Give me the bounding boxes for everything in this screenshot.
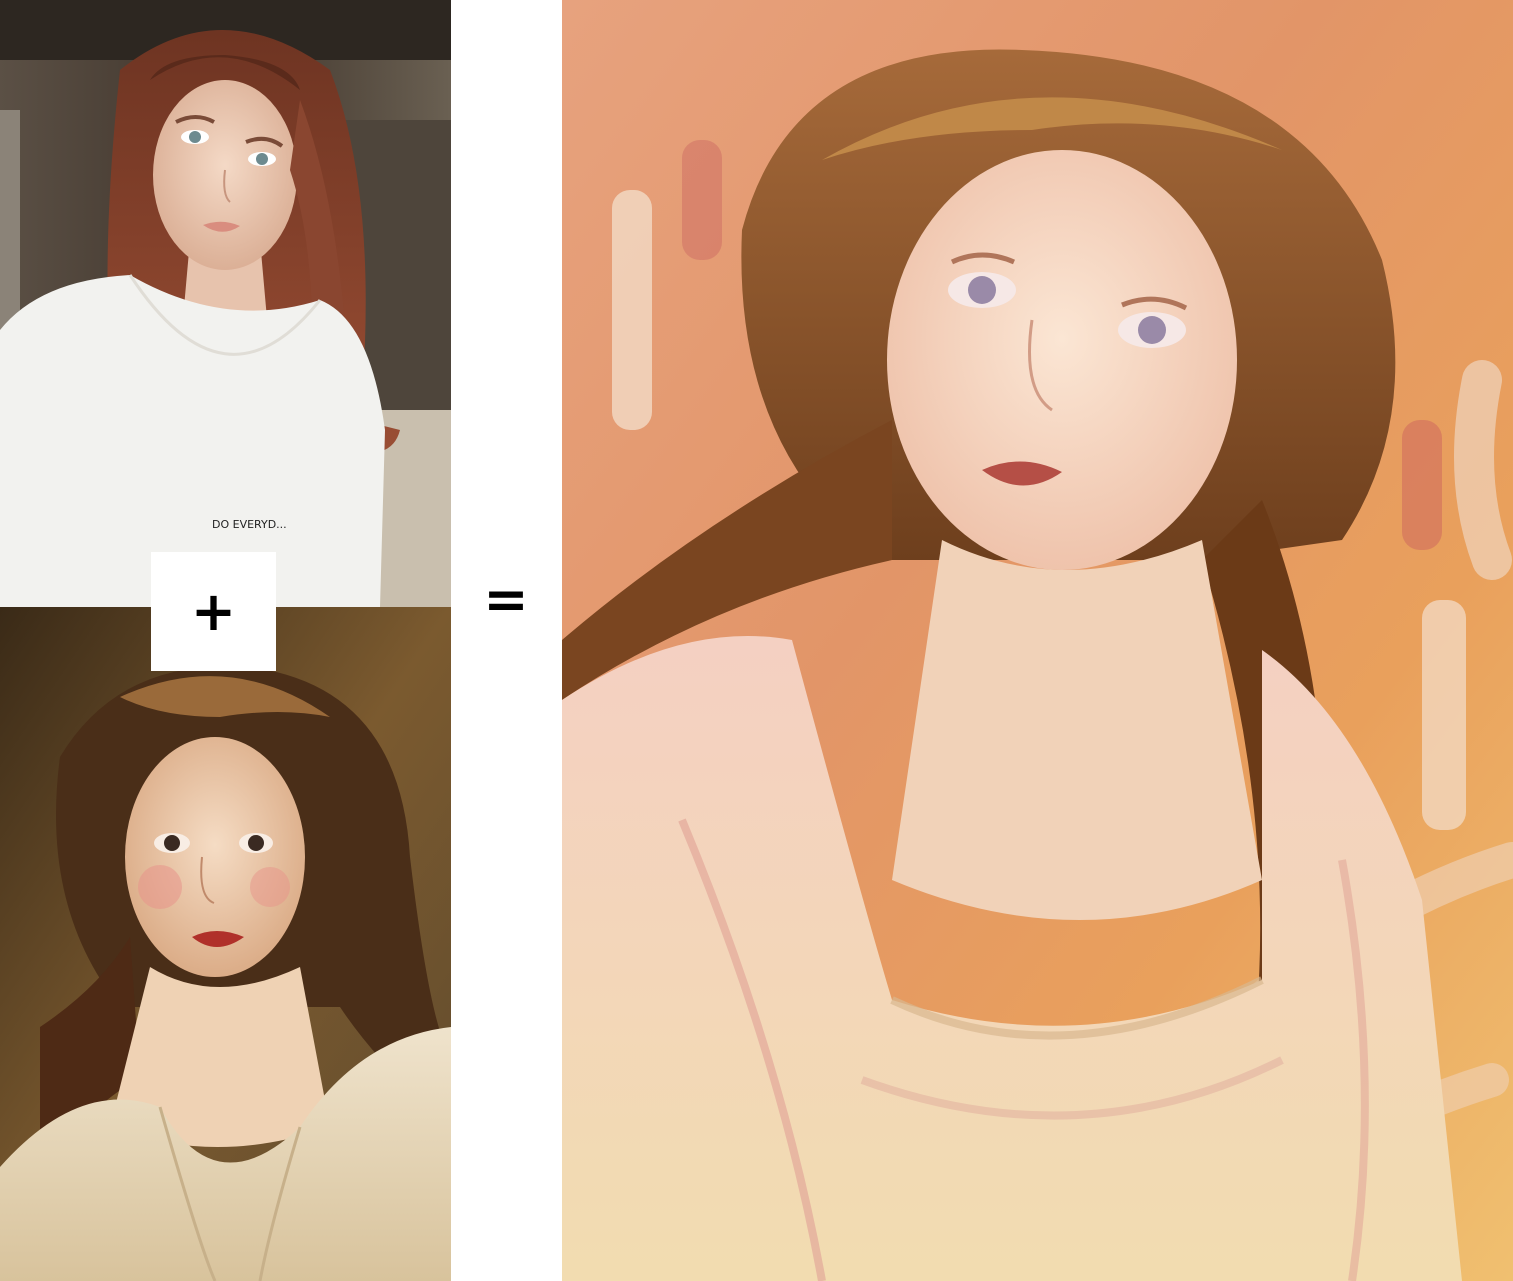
shirt-print: DO EVERYD...: [212, 518, 287, 531]
original-painting: [0, 607, 451, 1281]
reference-photo: DO EVERYD...: [0, 0, 451, 607]
equals-operator: =: [481, 570, 531, 630]
digital-painting: [562, 0, 1513, 1281]
equals-sign: =: [483, 568, 529, 631]
plus-operator-box: +: [151, 552, 276, 671]
plus-sign: +: [190, 579, 237, 643]
